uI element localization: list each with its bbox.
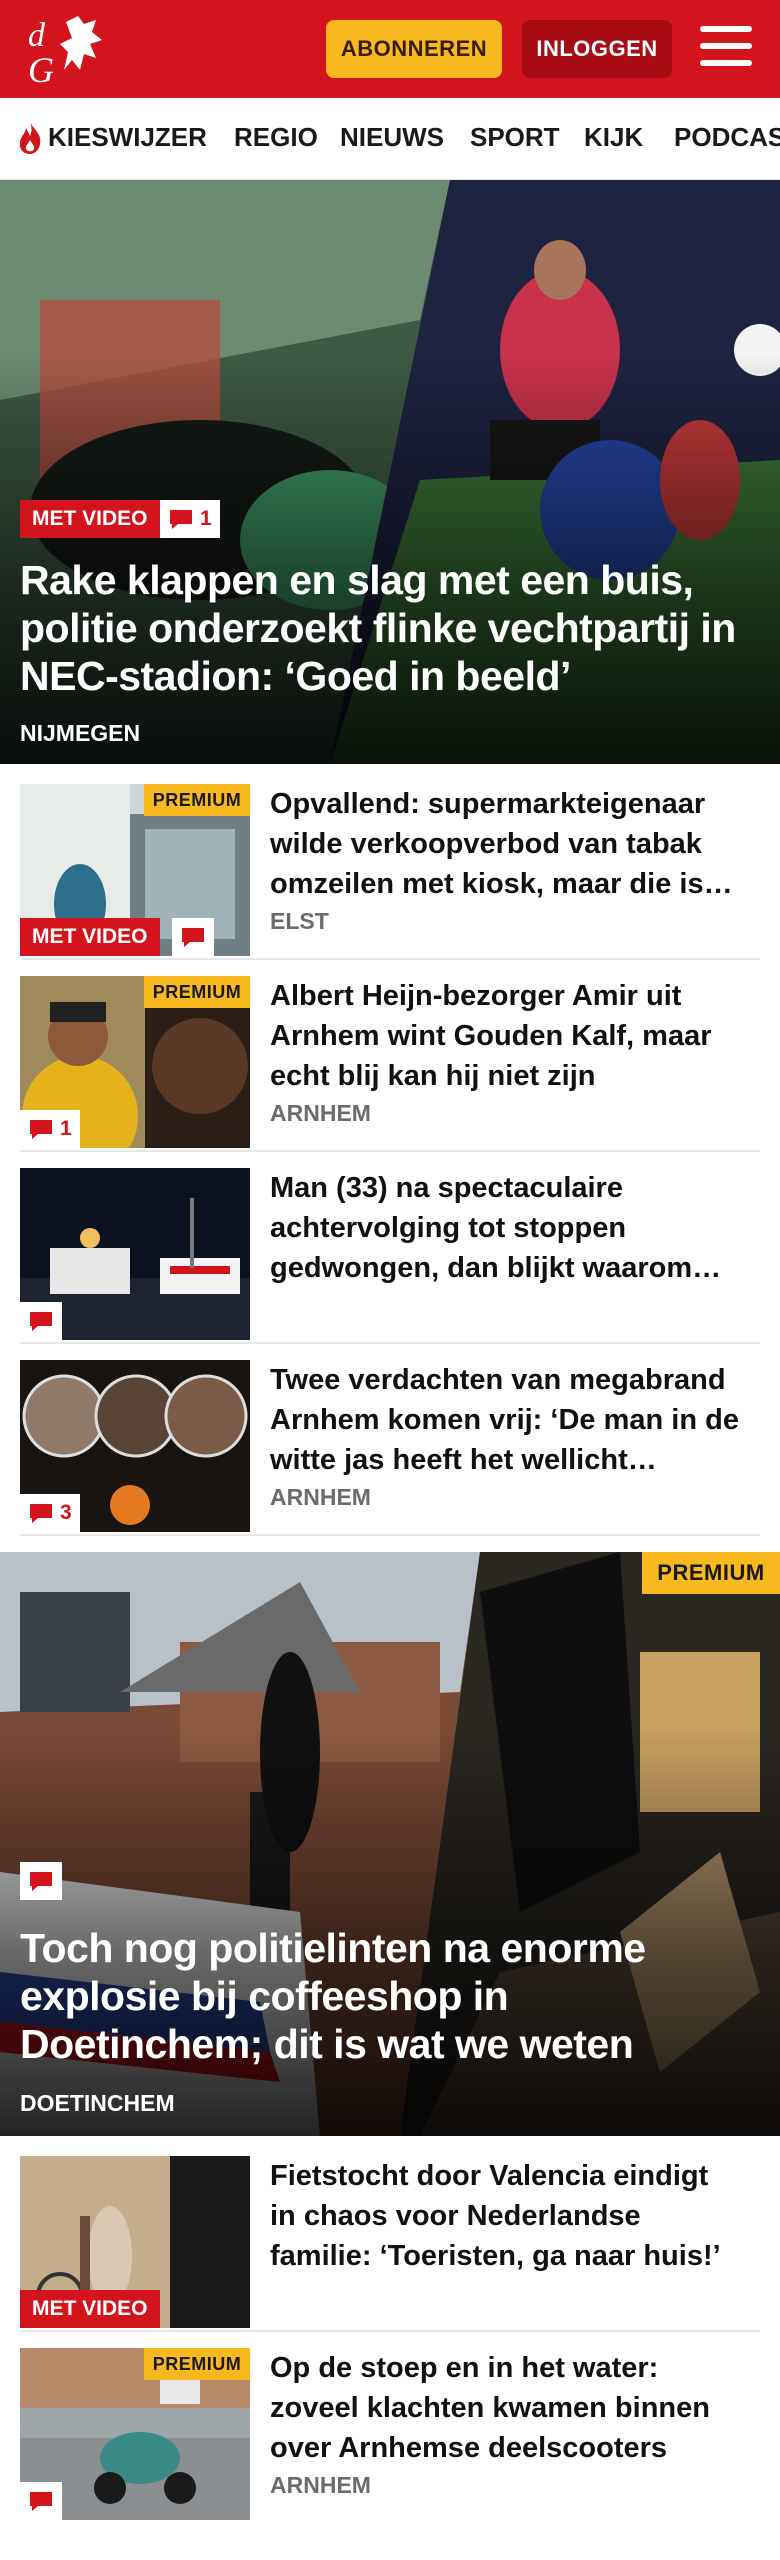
list-item[interactable]: PREMIUM Op de stoep en in het water: zov… [20, 2348, 760, 2520]
comment-bubble-icon [30, 1504, 52, 1523]
premium-badge: PREMIUM [642, 1552, 780, 1594]
login-button[interactable]: INLOGGEN [522, 20, 672, 78]
dg-logo[interactable]: d G [26, 14, 114, 86]
article-region: ARNHEM [270, 1100, 371, 1126]
comment-bubble-icon [30, 2492, 52, 2511]
nav-item-kieswijzer[interactable]: KIESWIJZER [48, 122, 207, 153]
list-item[interactable]: PREMIUM MET VIDEO Opvallend: supermarkte… [20, 784, 760, 960]
article-headline[interactable]: Twee verdachten van megabrand Arnhem kom… [270, 1360, 740, 1480]
list-item[interactable]: PREMIUM 1 Albert Heijn-bezorger Amir uit… [20, 976, 760, 1152]
nav-item-podcast[interactable]: PODCAST [674, 122, 780, 153]
premium-badge: PREMIUM [144, 2348, 250, 2380]
article-headline[interactable]: Fietstocht door Valencia eindigt in chao… [270, 2156, 740, 2276]
hero-article-doetinchem[interactable]: PREMIUM Toch nog politielinten na enorme… [0, 1552, 780, 2136]
subscribe-button[interactable]: ABONNEREN [326, 20, 502, 78]
comment-bubble-icon [170, 510, 192, 529]
premium-badge: PREMIUM [144, 976, 250, 1008]
comment-bubble-icon [30, 1120, 52, 1139]
article-headline[interactable]: Op de stoep en in het water: zoveel klac… [270, 2348, 740, 2468]
hero-headline[interactable]: Rake klappen en slag met een buis, polit… [20, 556, 760, 700]
flame-icon [19, 122, 41, 154]
section-nav: KIESWIJZER REGIO NIEUWS SPORT KIJK PODCA… [0, 98, 780, 180]
comment-bubble-icon [30, 1872, 52, 1891]
article-region: ARNHEM [270, 2472, 371, 2498]
article-headline[interactable]: Opvallend: supermarkteigenaar wilde verk… [270, 784, 740, 904]
video-badge: MET VIDEO [20, 2290, 160, 2328]
article-region: ELST [270, 908, 329, 934]
hero-region: DOETINCHEM [20, 2090, 175, 2116]
nav-item-nieuws[interactable]: NIEUWS [340, 122, 444, 153]
comment-count-badge [172, 918, 214, 956]
comment-bubble-icon [30, 1312, 52, 1331]
comment-count-badge [20, 1862, 62, 1900]
svg-text:G: G [28, 50, 54, 86]
list-item[interactable]: MET VIDEO Fietstocht door Valencia eindi… [20, 2156, 760, 2332]
comment-count-badge: 1 [160, 500, 220, 538]
nav-item-sport[interactable]: SPORT [470, 122, 560, 153]
article-headline[interactable]: Albert Heijn-bezorger Amir uit Arnhem wi… [270, 976, 740, 1096]
list-item[interactable]: Man (33) na spectaculaire achtervolging … [20, 1168, 760, 1344]
comment-count-badge: 1 [20, 1110, 80, 1148]
site-header: d G ABONNEREN INLOGGEN [0, 0, 780, 98]
comment-count-badge [20, 2482, 62, 2520]
video-badge: MET VIDEO [20, 500, 160, 538]
nav-item-kijk[interactable]: KIJK [584, 122, 643, 153]
video-badge: MET VIDEO [20, 918, 160, 956]
comment-bubble-icon [182, 928, 204, 947]
comment-count-badge: 3 [20, 1494, 80, 1532]
hero-article-nec[interactable]: MET VIDEO 1 Rake klappen en slag met een… [0, 180, 780, 764]
hero-region: NIJMEGEN [20, 720, 141, 746]
premium-badge: PREMIUM [144, 784, 250, 816]
list-item[interactable]: 3 Twee verdachten van megabrand Arnhem k… [20, 1360, 760, 1536]
hamburger-menu-icon[interactable] [700, 26, 752, 70]
svg-text:d: d [28, 17, 46, 54]
hero-headline[interactable]: Toch nog politielinten na enorme explosi… [20, 1924, 760, 2068]
comment-count-badge [20, 1302, 62, 1340]
article-headline[interactable]: Man (33) na spectaculaire achtervolging … [270, 1168, 740, 1288]
article-region: ARNHEM [270, 1484, 371, 1510]
nav-item-regio[interactable]: REGIO [234, 122, 318, 153]
